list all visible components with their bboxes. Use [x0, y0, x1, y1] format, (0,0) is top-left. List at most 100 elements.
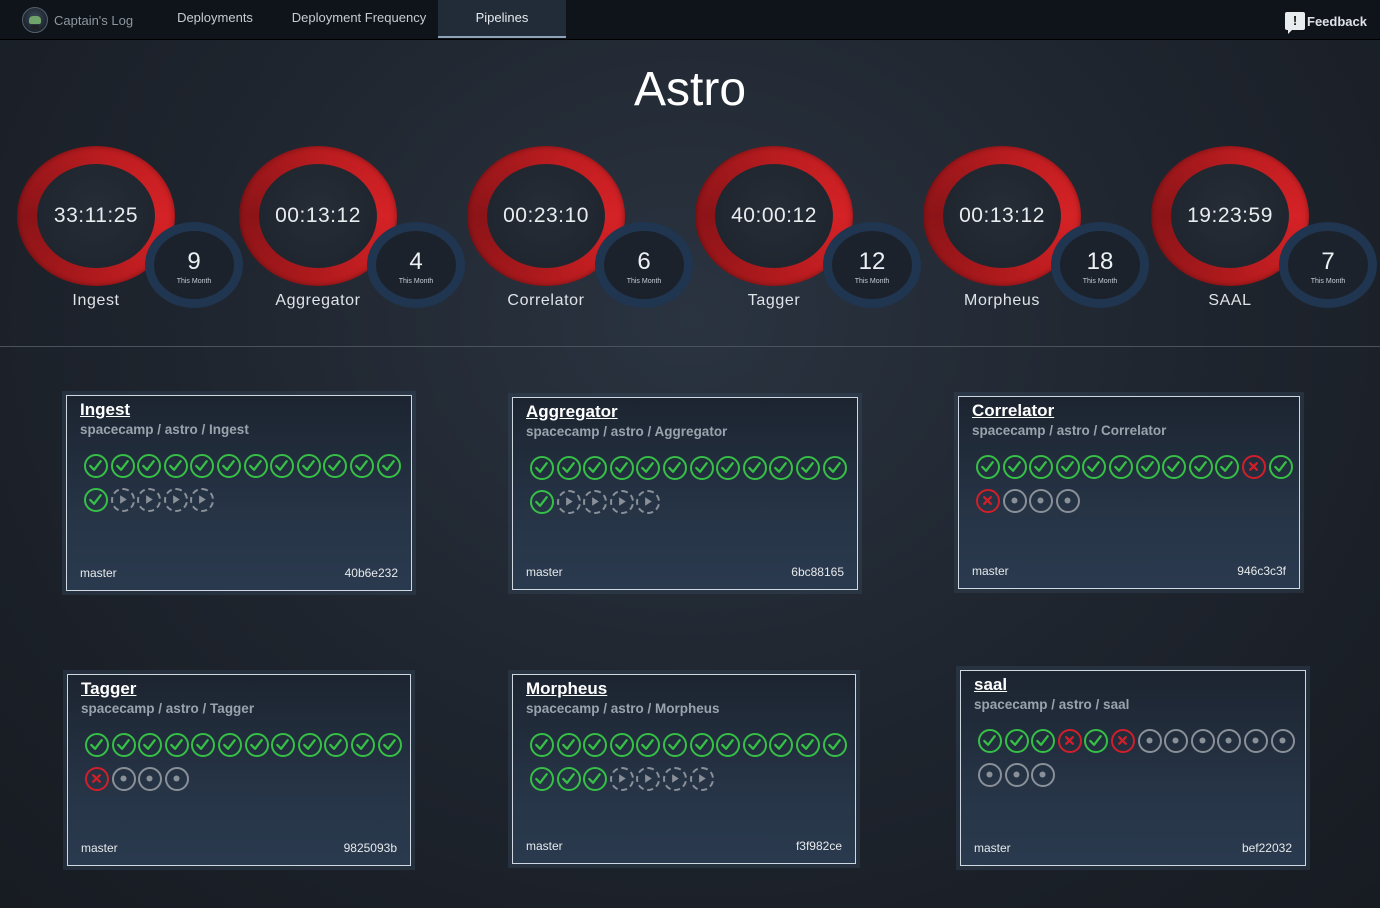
build-check-icon[interactable] — [1188, 455, 1213, 479]
build-check-icon[interactable] — [742, 456, 767, 480]
build-play-icon[interactable] — [609, 767, 634, 791]
build-dot-icon[interactable] — [164, 767, 189, 791]
pipeline-card-correlator[interactable]: Correlator spacecamp / astro / Correlato… — [954, 392, 1304, 593]
build-check-icon[interactable] — [1268, 455, 1293, 479]
build-check-icon[interactable] — [583, 456, 608, 480]
build-dot-icon[interactable] — [1031, 763, 1056, 787]
pipeline-card-tagger[interactable]: Tagger spacecamp / astro / Tagger master… — [63, 670, 415, 870]
build-play-icon[interactable] — [583, 490, 608, 514]
build-check-icon[interactable] — [609, 456, 634, 480]
pipeline-card-morpheus[interactable]: Morpheus spacecamp / astro / Morpheus ma… — [508, 670, 860, 868]
build-check-icon[interactable] — [556, 767, 581, 791]
build-check-icon[interactable] — [297, 733, 322, 757]
build-check-icon[interactable] — [1082, 455, 1107, 479]
build-check-icon[interactable] — [216, 454, 241, 478]
build-play-icon[interactable] — [662, 767, 687, 791]
build-dot-icon[interactable] — [1243, 729, 1268, 753]
build-dot-icon[interactable] — [1029, 489, 1054, 513]
build-check-icon[interactable] — [1055, 455, 1080, 479]
build-check-icon[interactable] — [609, 733, 634, 757]
build-dot-icon[interactable] — [1004, 763, 1029, 787]
build-dot-icon[interactable] — [1217, 729, 1242, 753]
build-check-icon[interactable] — [350, 733, 375, 757]
pipeline-card-ingest[interactable]: Ingest spacecamp / astro / Ingest master… — [62, 391, 416, 595]
build-check-icon[interactable] — [376, 454, 401, 478]
build-check-icon[interactable] — [583, 767, 608, 791]
build-check-icon[interactable] — [85, 733, 109, 757]
build-check-icon[interactable] — [822, 456, 847, 480]
build-check-icon[interactable] — [976, 455, 1000, 479]
build-check-icon[interactable] — [1084, 729, 1109, 753]
build-check-icon[interactable] — [583, 733, 608, 757]
build-check-icon[interactable] — [270, 454, 295, 478]
build-check-icon[interactable] — [190, 454, 215, 478]
build-play-icon[interactable] — [636, 767, 661, 791]
build-check-icon[interactable] — [556, 456, 581, 480]
brand-link[interactable]: Captain's Log — [22, 6, 133, 34]
build-check-icon[interactable] — [822, 733, 847, 757]
build-play-icon[interactable] — [609, 490, 634, 514]
feedback-button[interactable]: ! Feedback — [1285, 10, 1367, 34]
build-check-icon[interactable] — [244, 733, 269, 757]
build-check-icon[interactable] — [1031, 729, 1056, 753]
build-check-icon[interactable] — [795, 733, 820, 757]
build-check-icon[interactable] — [742, 733, 767, 757]
build-play-icon[interactable] — [556, 490, 581, 514]
build-check-icon[interactable] — [662, 456, 687, 480]
build-check-icon[interactable] — [530, 767, 554, 791]
build-check-icon[interactable] — [164, 733, 189, 757]
build-check-icon[interactable] — [163, 454, 188, 478]
build-dot-icon[interactable] — [138, 767, 163, 791]
build-check-icon[interactable] — [769, 733, 794, 757]
build-x-icon[interactable] — [976, 489, 1000, 513]
build-play-icon[interactable] — [636, 490, 661, 514]
build-check-icon[interactable] — [1029, 455, 1054, 479]
build-check-icon[interactable] — [84, 488, 108, 512]
build-play-icon[interactable] — [190, 488, 215, 512]
build-check-icon[interactable] — [530, 490, 554, 514]
build-check-icon[interactable] — [111, 733, 136, 757]
pipeline-title-link[interactable]: Morpheus — [526, 679, 607, 699]
build-check-icon[interactable] — [137, 454, 162, 478]
build-check-icon[interactable] — [110, 454, 135, 478]
build-check-icon[interactable] — [636, 456, 661, 480]
pipeline-title-link[interactable]: Tagger — [81, 679, 136, 699]
pipeline-card-saal[interactable]: saal spacecamp / astro / saal master bef… — [956, 666, 1310, 870]
nav-tab-deployments[interactable]: Deployments — [160, 0, 270, 38]
build-check-icon[interactable] — [1135, 455, 1160, 479]
build-x-icon[interactable] — [85, 767, 109, 791]
build-dot-icon[interactable] — [1164, 729, 1189, 753]
build-dot-icon[interactable] — [978, 763, 1002, 787]
build-check-icon[interactable] — [138, 733, 163, 757]
build-dot-icon[interactable] — [1137, 729, 1162, 753]
nav-tab-pipelines[interactable]: Pipelines — [438, 0, 566, 38]
build-check-icon[interactable] — [689, 733, 714, 757]
build-check-icon[interactable] — [636, 733, 661, 757]
build-check-icon[interactable] — [217, 733, 242, 757]
pipeline-card-aggregator[interactable]: Aggregator spacecamp / astro / Aggregato… — [508, 393, 862, 594]
pipeline-title-link[interactable]: saal — [974, 675, 1007, 695]
build-check-icon[interactable] — [84, 454, 108, 478]
build-check-icon[interactable] — [556, 733, 581, 757]
build-check-icon[interactable] — [349, 454, 374, 478]
build-dot-icon[interactable] — [1055, 489, 1080, 513]
build-check-icon[interactable] — [324, 733, 349, 757]
build-check-icon[interactable] — [716, 733, 741, 757]
build-check-icon[interactable] — [530, 733, 554, 757]
pipeline-title-link[interactable]: Ingest — [80, 400, 130, 420]
build-check-icon[interactable] — [243, 454, 268, 478]
build-check-icon[interactable] — [769, 456, 794, 480]
build-check-icon[interactable] — [191, 733, 216, 757]
build-check-icon[interactable] — [978, 729, 1002, 753]
build-x-icon[interactable] — [1057, 729, 1082, 753]
build-dot-icon[interactable] — [1270, 729, 1295, 753]
build-check-icon[interactable] — [271, 733, 296, 757]
build-check-icon[interactable] — [662, 733, 687, 757]
build-check-icon[interactable] — [1162, 455, 1187, 479]
build-play-icon[interactable] — [137, 488, 162, 512]
build-check-icon[interactable] — [530, 456, 554, 480]
build-check-icon[interactable] — [1108, 455, 1133, 479]
build-check-icon[interactable] — [377, 733, 402, 757]
build-check-icon[interactable] — [323, 454, 348, 478]
build-check-icon[interactable] — [689, 456, 714, 480]
